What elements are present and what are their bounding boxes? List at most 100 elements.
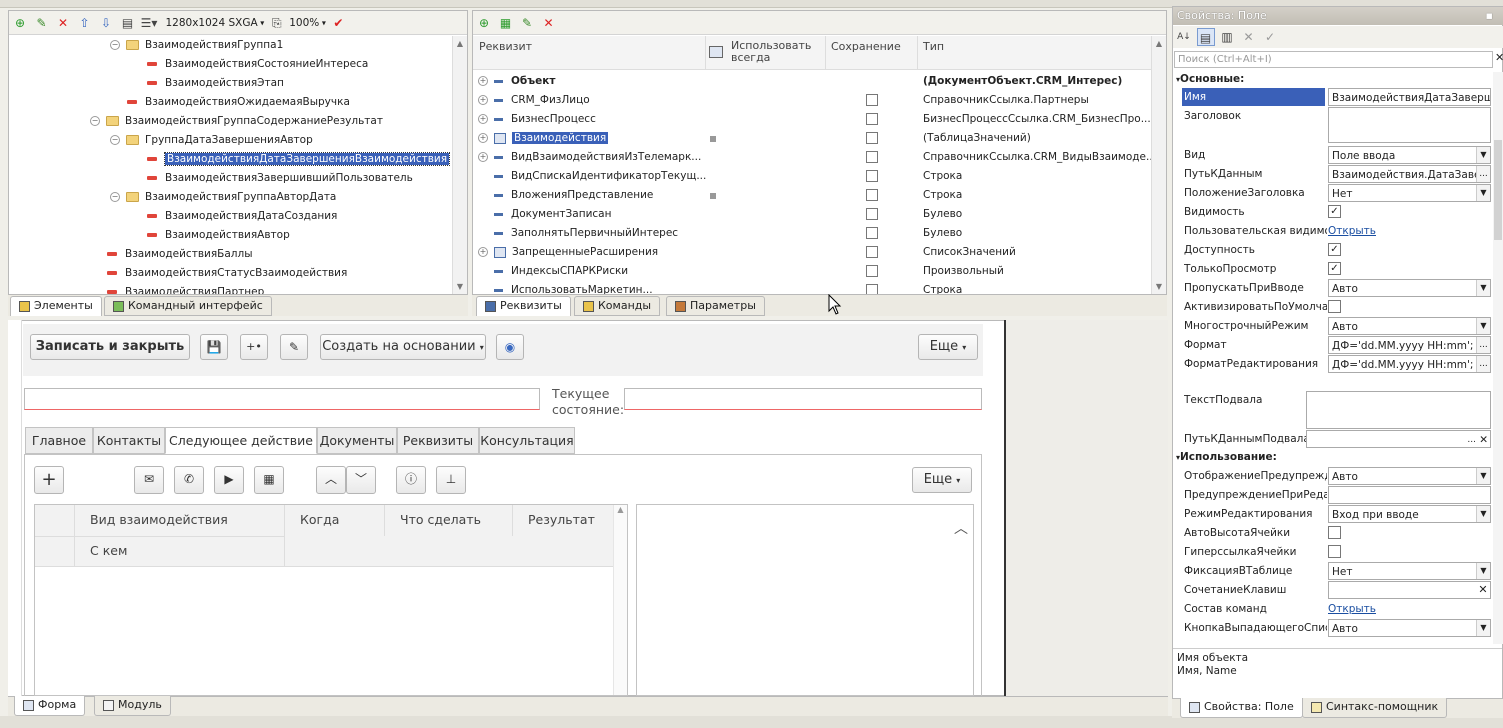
- tree-item[interactable]: ВзаимодействияОжидаемаяВыручка: [127, 93, 350, 112]
- tree-item[interactable]: − ВзаимодействияГруппаАвторДата: [110, 188, 336, 207]
- apply-icon[interactable]: ✓: [1261, 28, 1279, 46]
- property-value[interactable]: Нет ▼: [1328, 562, 1491, 580]
- attr-scroll-down-icon[interactable]: ▼: [1152, 282, 1166, 291]
- calendar-icon[interactable]: ▦: [254, 466, 284, 494]
- footer-path-clear-icon[interactable]: ✕: [1479, 431, 1488, 447]
- create-based-button[interactable]: Создать на основании ▾: [320, 334, 486, 360]
- hierarchy-icon[interactable]: ⊥: [436, 466, 466, 494]
- save-checkbox[interactable]: [866, 246, 878, 258]
- col-attr-save[interactable]: Сохранение: [831, 40, 901, 53]
- property-value[interactable]: ✕: [1328, 581, 1491, 599]
- attributes-scrollbar[interactable]: ▲ ▼: [1151, 36, 1166, 294]
- property-value[interactable]: Авто ▼: [1328, 279, 1491, 297]
- expand-toggle-icon[interactable]: +: [478, 133, 488, 143]
- delete-attribute-icon[interactable]: ✕: [540, 14, 558, 32]
- tab-command-interface[interactable]: Командный интерфейс: [104, 296, 272, 316]
- attribute-row[interactable]: + Взаимодействия (ТаблицаЗначений): [478, 129, 1150, 148]
- tree-item[interactable]: ВзаимодействияСостояниеИнтереса: [147, 55, 368, 74]
- move-down-icon[interactable]: ⇩: [97, 14, 115, 32]
- tab-attributes[interactable]: Реквизиты: [476, 296, 571, 316]
- info-icon[interactable]: ⓘ: [396, 466, 426, 494]
- tab-syntax-helper[interactable]: Синтакс-помощник: [1302, 698, 1448, 718]
- add-button[interactable]: +: [34, 466, 64, 494]
- col-attr-type[interactable]: Тип: [923, 40, 944, 53]
- prop-footer-text-value[interactable]: [1306, 391, 1491, 429]
- property-checkbox[interactable]: ✓: [1328, 205, 1341, 218]
- attribute-row[interactable]: + ЗапрещенныеРасширения СписокЗначений: [478, 243, 1150, 262]
- col-what[interactable]: Что сделать: [400, 512, 481, 527]
- property-link[interactable]: Открыть: [1328, 600, 1376, 618]
- search-close-icon[interactable]: ✕: [1495, 51, 1503, 64]
- expand-toggle-icon[interactable]: +: [478, 76, 488, 86]
- add-attribute-icon[interactable]: ⊕: [475, 14, 493, 32]
- attribute-row[interactable]: ЗаполнятьПервичныйИнтерес Булево: [478, 224, 1150, 243]
- attribute-row[interactable]: ВложенияПредставление Строка: [478, 186, 1150, 205]
- col-attr-always[interactable]: Использовать всегда: [731, 40, 821, 64]
- property-value[interactable]: Вход при вводе ▼: [1328, 505, 1491, 523]
- layout-menu-icon[interactable]: ☰▾: [140, 14, 158, 32]
- collapse-toggle-icon[interactable]: −: [90, 116, 100, 126]
- attribute-row[interactable]: + CRM_ФизЛицо СправочникСсылка.Партнеры: [478, 91, 1150, 110]
- save-checkbox[interactable]: [866, 151, 878, 163]
- state-field[interactable]: [624, 388, 982, 410]
- save-checkbox[interactable]: [866, 94, 878, 106]
- save-checkbox[interactable]: [866, 208, 878, 220]
- collapse-toggle-icon[interactable]: −: [110, 192, 120, 202]
- attr-scroll-up-icon[interactable]: ▲: [1152, 39, 1166, 48]
- clear-value-icon[interactable]: ✕: [1476, 582, 1490, 598]
- form-tab[interactable]: Следующее действие: [165, 427, 317, 454]
- property-checkbox[interactable]: [1328, 526, 1341, 539]
- property-value[interactable]: [1328, 107, 1491, 143]
- property-link[interactable]: Открыть: [1328, 222, 1376, 240]
- phone-icon[interactable]: ✆: [174, 466, 204, 494]
- attribute-row[interactable]: + Объект (ДокументОбъект.CRM_Интерес): [478, 72, 1150, 91]
- attribute-row[interactable]: + БизнесПроцесс БизнесПроцессСсылка.CRM_Би…: [478, 110, 1151, 129]
- col-interaction-kind[interactable]: Вид взаимодействия: [90, 512, 228, 527]
- attribute-row[interactable]: ВидСпискаИдентификаторТекущ... Строка: [478, 167, 1150, 186]
- collapse-toggle-icon[interactable]: −: [110, 135, 120, 145]
- tree-item[interactable]: ВзаимодействияАвтор: [147, 226, 290, 245]
- save-checkbox[interactable]: [866, 227, 878, 239]
- table-scrollbar[interactable]: ▲: [613, 505, 627, 695]
- property-value[interactable]: [1328, 486, 1491, 504]
- tree-item[interactable]: ВзаимодействияСтатусВзаимодействия: [107, 264, 347, 283]
- tab-properties[interactable]: Свойства: Поле: [1180, 698, 1303, 718]
- dropdown-chevron-icon[interactable]: ▼: [1476, 468, 1490, 484]
- attribute-row[interactable]: + ВидВзаимодействияИзТелемарк... Справочни…: [478, 148, 1156, 167]
- attribute-row[interactable]: ДокументЗаписан Булево: [478, 205, 1150, 224]
- expand-toggle-icon[interactable]: +: [478, 95, 488, 105]
- dropdown-chevron-icon[interactable]: ▼: [1476, 563, 1490, 579]
- add-table-icon[interactable]: ▦: [497, 14, 515, 32]
- form-tab[interactable]: Главное: [25, 427, 93, 454]
- property-value[interactable]: Авто ▼: [1328, 467, 1491, 485]
- sort-az-icon[interactable]: A↓: [1175, 28, 1193, 46]
- property-checkbox[interactable]: [1328, 545, 1341, 558]
- tab-form[interactable]: Форма: [14, 696, 86, 716]
- dots-button-icon[interactable]: ...: [1476, 356, 1490, 372]
- collapse-toggle-icon[interactable]: −: [110, 40, 120, 50]
- globe-icon[interactable]: ◉: [496, 334, 524, 360]
- property-value[interactable]: Поле ввода ▼: [1328, 146, 1491, 164]
- save-checkbox[interactable]: [866, 132, 878, 144]
- section-main[interactable]: ▾Основные:: [1176, 72, 1244, 86]
- window-menu-icon[interactable]: ▪: [1486, 7, 1493, 25]
- resolution-select[interactable]: 1280x1024 SXGA: [166, 17, 258, 29]
- inner-more-button[interactable]: Еще ▾: [912, 467, 972, 493]
- edit-icon[interactable]: ✎: [33, 14, 51, 32]
- page-layout-icon[interactable]: ⎘: [268, 14, 286, 32]
- add-icon[interactable]: ⊕: [11, 14, 29, 32]
- dropdown-chevron-icon[interactable]: ▼: [1476, 318, 1490, 334]
- properties-search[interactable]: Поиск (Ctrl+Alt+I): [1174, 51, 1493, 68]
- tab-parameters[interactable]: Параметры: [666, 296, 765, 316]
- dropdown-chevron-icon[interactable]: ▼: [1476, 280, 1490, 296]
- form-tab[interactable]: Контакты: [93, 427, 165, 454]
- edit-attribute-icon[interactable]: ✎: [518, 14, 536, 32]
- attribute-row[interactable]: ИндексыСПАРКРиски Произвольный: [478, 262, 1150, 281]
- property-value[interactable]: ДФ='dd.MM.yyyy HH:mm'; ДЛ...: [1328, 336, 1491, 354]
- property-checkbox[interactable]: ✓: [1328, 243, 1341, 256]
- chevron-down-icon[interactable]: ﹀: [346, 466, 376, 494]
- tree-item[interactable]: − ВзаимодействияГруппа1: [110, 36, 283, 55]
- zoom-select[interactable]: 100%: [289, 17, 319, 29]
- save-checkbox[interactable]: [866, 189, 878, 201]
- tab-elements[interactable]: Элементы: [10, 296, 102, 316]
